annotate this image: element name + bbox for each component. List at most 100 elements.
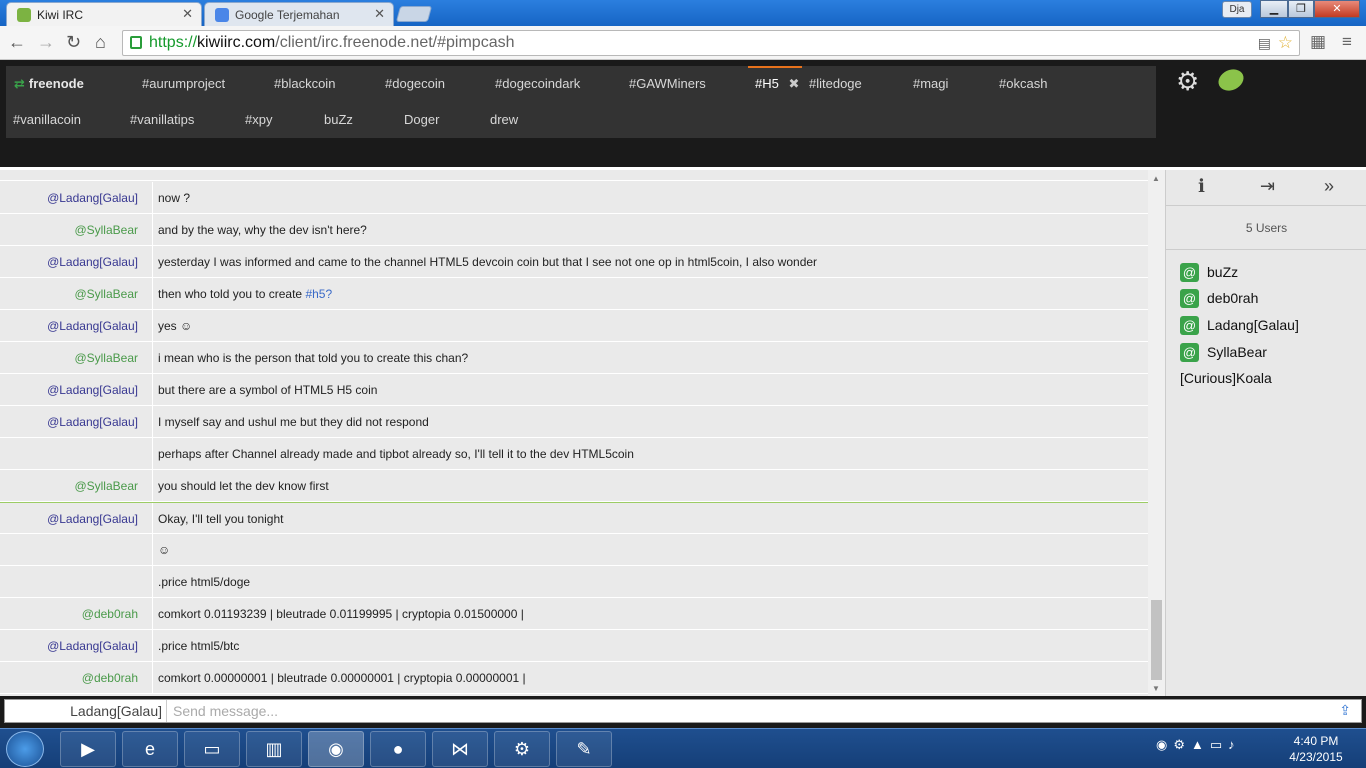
message-input[interactable] xyxy=(173,702,1323,720)
channel-tab-active[interactable]: #H5 ✖ xyxy=(755,76,799,92)
internet-explorer-icon[interactable]: e xyxy=(122,731,178,767)
server-tab-label: freenode xyxy=(28,76,84,91)
message-scrollbar[interactable]: ▲ ▼ xyxy=(1148,170,1165,696)
media-player-icon[interactable]: ▶ xyxy=(60,731,116,767)
message-row: @SyllaBear i mean who is the person that … xyxy=(0,342,1148,374)
channel-tab[interactable]: #dogecoin xyxy=(385,76,445,91)
bookmark-star-icon[interactable]: ☆ xyxy=(1278,31,1293,55)
user-list-item[interactable]: @ SyllaBear xyxy=(1180,342,1267,364)
channel-tab-label: #H5 xyxy=(755,76,779,91)
back-icon[interactable]: ← xyxy=(8,32,26,52)
current-nick[interactable]: Ladang[Galau] xyxy=(5,700,167,722)
collapse-sidebar-icon[interactable]: » xyxy=(1324,176,1334,197)
tab-google-translate[interactable]: Google Terjemahan ✕ xyxy=(204,2,394,26)
info-icon[interactable]: ℹ xyxy=(1198,176,1205,197)
user-name: deb0rah xyxy=(1207,290,1259,306)
tray-app-icon[interactable]: ◉ xyxy=(1156,737,1173,752)
forward-icon[interactable]: → xyxy=(37,32,55,52)
user-list-item[interactable]: [Curious]Koala xyxy=(1180,368,1272,390)
query-tab[interactable]: buZz xyxy=(324,112,353,127)
reload-icon[interactable]: ↻ xyxy=(66,32,81,52)
windows-taskbar: ▶ e ▭ ▥ ◉ ● ⋈ ⚙ ✎ ◉⚙▲▭♪ 4:40 PM 4/23/201… xyxy=(0,728,1366,768)
channel-tab[interactable]: #vanillatips xyxy=(130,112,194,127)
close-window-button[interactable]: ✕ xyxy=(1314,0,1360,18)
home-icon[interactable]: ⌂ xyxy=(95,32,106,52)
scroll-thumb[interactable] xyxy=(1151,600,1162,680)
channel-link[interactable]: #h5? xyxy=(305,287,332,301)
channel-tab[interactable]: #aurumproject xyxy=(142,76,225,91)
file-explorer-icon[interactable]: ▭ xyxy=(184,731,240,767)
maximize-button[interactable]: ❐ xyxy=(1288,0,1314,18)
translate-icon[interactable]: ▤ xyxy=(1258,31,1271,55)
scroll-up-icon[interactable]: ▲ xyxy=(1152,174,1160,183)
profile-button[interactable]: Dja xyxy=(1222,1,1252,18)
message-nick[interactable]: @Ladang[Galau] xyxy=(0,630,138,662)
channel-tab[interactable]: #xpy xyxy=(245,112,272,127)
channel-tab[interactable]: #litedoge xyxy=(809,76,862,91)
message-text: Okay, I'll tell you tonight xyxy=(158,512,284,526)
tray-gear-icon[interactable]: ⚙ xyxy=(1173,737,1191,752)
network-tool-icon[interactable]: ⚙ xyxy=(494,731,550,767)
channel-tab[interactable]: #dogecoindark xyxy=(495,76,580,91)
volume-icon[interactable]: ♪ xyxy=(1228,737,1241,752)
url-scheme: https:// xyxy=(149,34,198,51)
message-nick[interactable]: @SyllaBear xyxy=(0,342,138,374)
message-nick[interactable]: @Ladang[Galau] xyxy=(0,182,138,214)
menu-icon[interactable]: ≡ xyxy=(1342,32,1352,52)
tab-title: Google Terjemahan xyxy=(235,8,340,22)
sidebar-toolbar: ℹ ⇥ » xyxy=(1166,170,1366,206)
channel-tab[interactable]: #blackcoin xyxy=(274,76,335,91)
start-button[interactable] xyxy=(6,731,44,767)
input-container: Ladang[Galau] ⇪ xyxy=(4,699,1362,723)
tray-triangle-icon[interactable]: ▲ xyxy=(1191,737,1210,752)
firefox-icon[interactable]: ● xyxy=(370,731,426,767)
chrome-icon[interactable]: ◉ xyxy=(308,731,364,767)
settings-gear-icon[interactable]: ⚙ xyxy=(1176,66,1199,97)
message-nick[interactable]: @SyllaBear xyxy=(0,214,138,246)
winrar-icon[interactable]: ▥ xyxy=(246,731,302,767)
message-text: but there are a symbol of HTML5 H5 coin xyxy=(158,383,378,397)
user-list-item[interactable]: @ buZz xyxy=(1180,262,1238,284)
message-nick[interactable]: @SyllaBear xyxy=(0,278,138,310)
message-nick[interactable]: @Ladang[Galau] xyxy=(0,503,138,535)
message-text: you should let the dev know first xyxy=(158,479,329,493)
message-nick[interactable]: @Ladang[Galau] xyxy=(0,374,138,406)
message-row: @Ladang[Galau] yes ☺ xyxy=(0,310,1148,342)
clock-date: 4/23/2015 xyxy=(1289,750,1343,764)
tab-title: Kiwi IRC xyxy=(37,8,84,22)
message-nick[interactable]: @SyllaBear xyxy=(0,470,138,502)
close-channel-icon[interactable]: ✖ xyxy=(788,76,799,91)
upload-icon[interactable]: ⇪ xyxy=(1339,702,1351,719)
user-list-item[interactable]: @ Ladang[Galau] xyxy=(1180,315,1299,337)
message-divider xyxy=(152,470,153,502)
leave-channel-icon[interactable]: ⇥ xyxy=(1260,176,1275,197)
system-clock[interactable]: 4:40 PM 4/23/2015 xyxy=(1276,733,1356,765)
network-icon[interactable]: ▭ xyxy=(1210,737,1228,752)
message-body: comkort 0.01193239 | bleutrade 0.0119999… xyxy=(158,598,524,630)
tab-kiwi-irc[interactable]: Kiwi IRC ✕ xyxy=(6,2,202,26)
paint-icon[interactable]: ✎ xyxy=(556,731,612,767)
message-nick[interactable]: @deb0rah xyxy=(0,598,138,630)
query-tab[interactable]: drew xyxy=(490,112,518,127)
message-nick[interactable]: @Ladang[Galau] xyxy=(0,310,138,342)
close-tab-icon[interactable]: ✕ xyxy=(182,6,193,22)
scroll-down-icon[interactable]: ▼ xyxy=(1152,684,1160,693)
message-nick[interactable]: @deb0rah xyxy=(0,662,138,694)
channel-tab[interactable]: #okcash xyxy=(999,76,1047,91)
visual-studio-icon[interactable]: ⋈ xyxy=(432,731,488,767)
message-list: @Ladang[Galau] now ? @SyllaBear and by the … xyxy=(0,170,1148,696)
new-tab-button[interactable] xyxy=(395,6,433,22)
message-nick[interactable]: @Ladang[Galau] xyxy=(0,246,138,278)
qr-extension-icon[interactable]: ▦ xyxy=(1310,32,1326,52)
address-bar[interactable]: https://kiwiirc.com/client/irc.freenode.… xyxy=(122,30,1300,56)
user-list-item[interactable]: @ deb0rah xyxy=(1180,288,1258,310)
message-nick[interactable]: @Ladang[Galau] xyxy=(0,406,138,438)
minimize-button[interactable]: ▁ xyxy=(1260,0,1288,18)
server-tab-freenode[interactable]: ⇄ freenode xyxy=(14,76,84,92)
channel-tab[interactable]: #magi xyxy=(913,76,948,91)
message-body: you should let the dev know first xyxy=(158,470,329,502)
channel-tab[interactable]: #vanillacoin xyxy=(13,112,81,127)
query-tab[interactable]: Doger xyxy=(404,112,439,127)
channel-tab[interactable]: #GAWMiners xyxy=(629,76,706,91)
close-tab-icon[interactable]: ✕ xyxy=(374,6,385,22)
